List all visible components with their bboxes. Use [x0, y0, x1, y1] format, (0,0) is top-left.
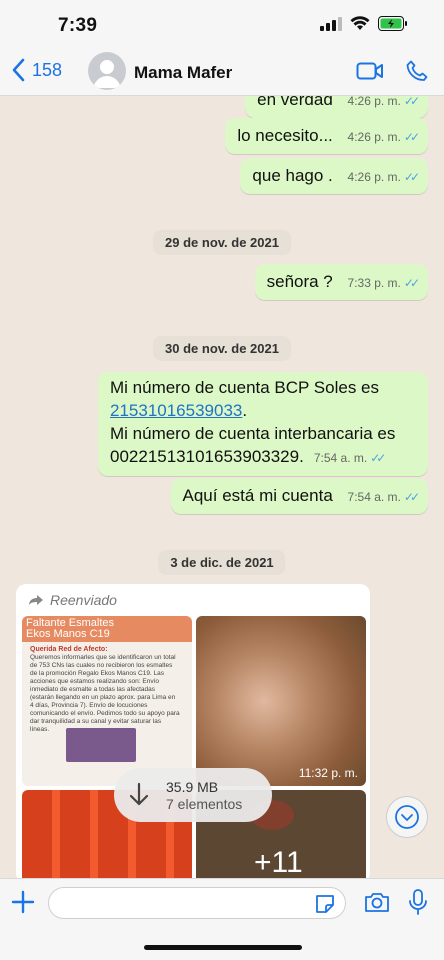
default-avatar-icon: [93, 60, 121, 88]
media-thumbnail-photo[interactable]: 11:32 p. m.: [196, 616, 366, 786]
message-text: en verdad: [257, 96, 333, 109]
battery-icon: [378, 16, 407, 31]
home-indicator: [144, 945, 302, 950]
scroll-to-bottom-button[interactable]: [386, 796, 428, 838]
download-size: 35.9 MB: [166, 778, 219, 795]
message-input[interactable]: [48, 887, 346, 919]
doc-body: Querida Red de Afecto: Queremos informar…: [30, 646, 180, 733]
doc-header: Faltante Esmaltes Ekos Manos C19: [22, 616, 192, 642]
message-input-bar: [0, 878, 444, 960]
status-bar: 7:39: [0, 0, 444, 50]
read-ticks-icon: ✓✓: [403, 276, 420, 290]
message-bubble[interactable]: señora ? 7:33 p. m. ✓✓: [254, 264, 428, 300]
plus-icon[interactable]: [10, 889, 36, 915]
wifi-icon: [350, 16, 370, 30]
message-meta: 4:26 p. m. ✓✓: [347, 130, 421, 144]
video-call-icon[interactable]: [356, 61, 384, 81]
message-meta: 7:54 a. m. ✓✓: [314, 447, 387, 470]
message-text: Aquí está mi cuenta: [182, 486, 333, 505]
message-text: lo necesito...: [237, 126, 333, 145]
message-bubble[interactable]: Mi número de cuenta BCP Soles es 2153101…: [98, 372, 428, 476]
forwarded-media-album[interactable]: Reenviado Faltante Esmaltes Ekos Manos C…: [16, 584, 370, 878]
unread-count: 158: [32, 59, 63, 80]
date-separator: 30 de nov. de 2021: [153, 336, 291, 361]
message-meta: 7:54 a. m. ✓✓: [347, 490, 421, 504]
chat-messages[interactable]: en verdad 4:26 p. m. ✓✓ lo necesito... 4:…: [0, 96, 444, 878]
message-text: Mi número de cuenta interbancaria es: [110, 424, 396, 443]
date-separator: 29 de nov. de 2021: [153, 230, 291, 255]
message-text: que hago .: [252, 166, 333, 185]
status-time: 7:39: [58, 15, 98, 36]
download-button[interactable]: 35.9 MB 7 elementos: [114, 768, 272, 822]
read-ticks-icon: ✓✓: [403, 96, 420, 108]
forward-arrow-icon: [29, 595, 43, 605]
message-bubble[interactable]: en verdad 4:26 p. m. ✓✓: [245, 96, 428, 118]
read-ticks-icon: ✓✓: [403, 170, 420, 184]
avatar[interactable]: [88, 52, 126, 90]
status-icons: [320, 16, 408, 31]
download-count: 7 elementos: [166, 795, 243, 812]
chat-header: 158 Mama Mafer: [0, 50, 444, 96]
signal-icon: [320, 16, 342, 31]
message-bubble[interactable]: Aquí está mi cuenta 7:54 a. m. ✓✓: [170, 478, 428, 514]
contact-name[interactable]: Mama Mafer: [134, 63, 232, 83]
message-meta: 4:26 p. m. ✓✓: [347, 96, 421, 108]
product-photo: [66, 728, 136, 762]
read-ticks-icon: ✓✓: [403, 490, 420, 504]
message-text: señora ?: [266, 272, 333, 291]
chevron-down-circle-icon: [395, 805, 419, 829]
message-bubble[interactable]: que hago . 4:26 p. m. ✓✓: [240, 158, 428, 194]
media-thumbnail-document[interactable]: Faltante Esmaltes Ekos Manos C19 Querida…: [22, 616, 192, 786]
chevron-left-icon: [12, 58, 25, 82]
microphone-icon[interactable]: [408, 889, 428, 915]
message-text: 00221513101653903329.: [110, 447, 304, 466]
date-separator: 3 de dic. de 2021: [158, 550, 286, 575]
read-ticks-icon: ✓✓: [403, 130, 420, 144]
message-text: Mi número de cuenta BCP Soles es: [110, 378, 379, 397]
forwarded-label: Reenviado: [28, 592, 117, 608]
call-actions: [356, 60, 428, 82]
more-items-count: +11: [254, 846, 303, 878]
download-arrow-icon: [129, 782, 149, 806]
back-button[interactable]: 158: [12, 58, 62, 82]
message-bubble[interactable]: lo necesito... 4:26 p. m. ✓✓: [225, 118, 428, 154]
read-ticks-icon: ✓✓: [370, 451, 386, 465]
message-meta: 4:26 p. m. ✓✓: [347, 170, 421, 184]
phone-call-icon[interactable]: [406, 60, 428, 82]
message-meta: 7:33 p. m. ✓✓: [347, 276, 421, 290]
account-number-link[interactable]: 21531016539033: [110, 401, 242, 420]
camera-icon[interactable]: [364, 891, 390, 913]
sticker-icon[interactable]: [314, 893, 336, 915]
media-time: 11:32 p. m.: [298, 766, 358, 780]
